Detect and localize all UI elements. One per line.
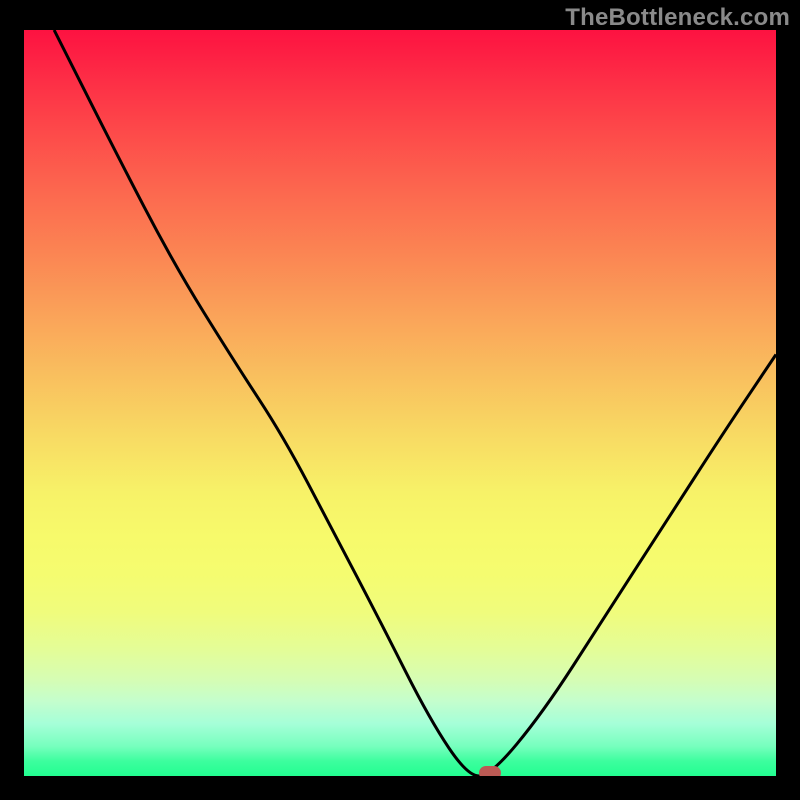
optimal-point-marker (479, 766, 501, 776)
watermark-text: TheBottleneck.com (565, 4, 790, 32)
chart-frame: TheBottleneck.com (0, 0, 800, 800)
plot-area (24, 30, 776, 776)
curve-path (54, 30, 776, 776)
bottleneck-curve (24, 30, 776, 776)
